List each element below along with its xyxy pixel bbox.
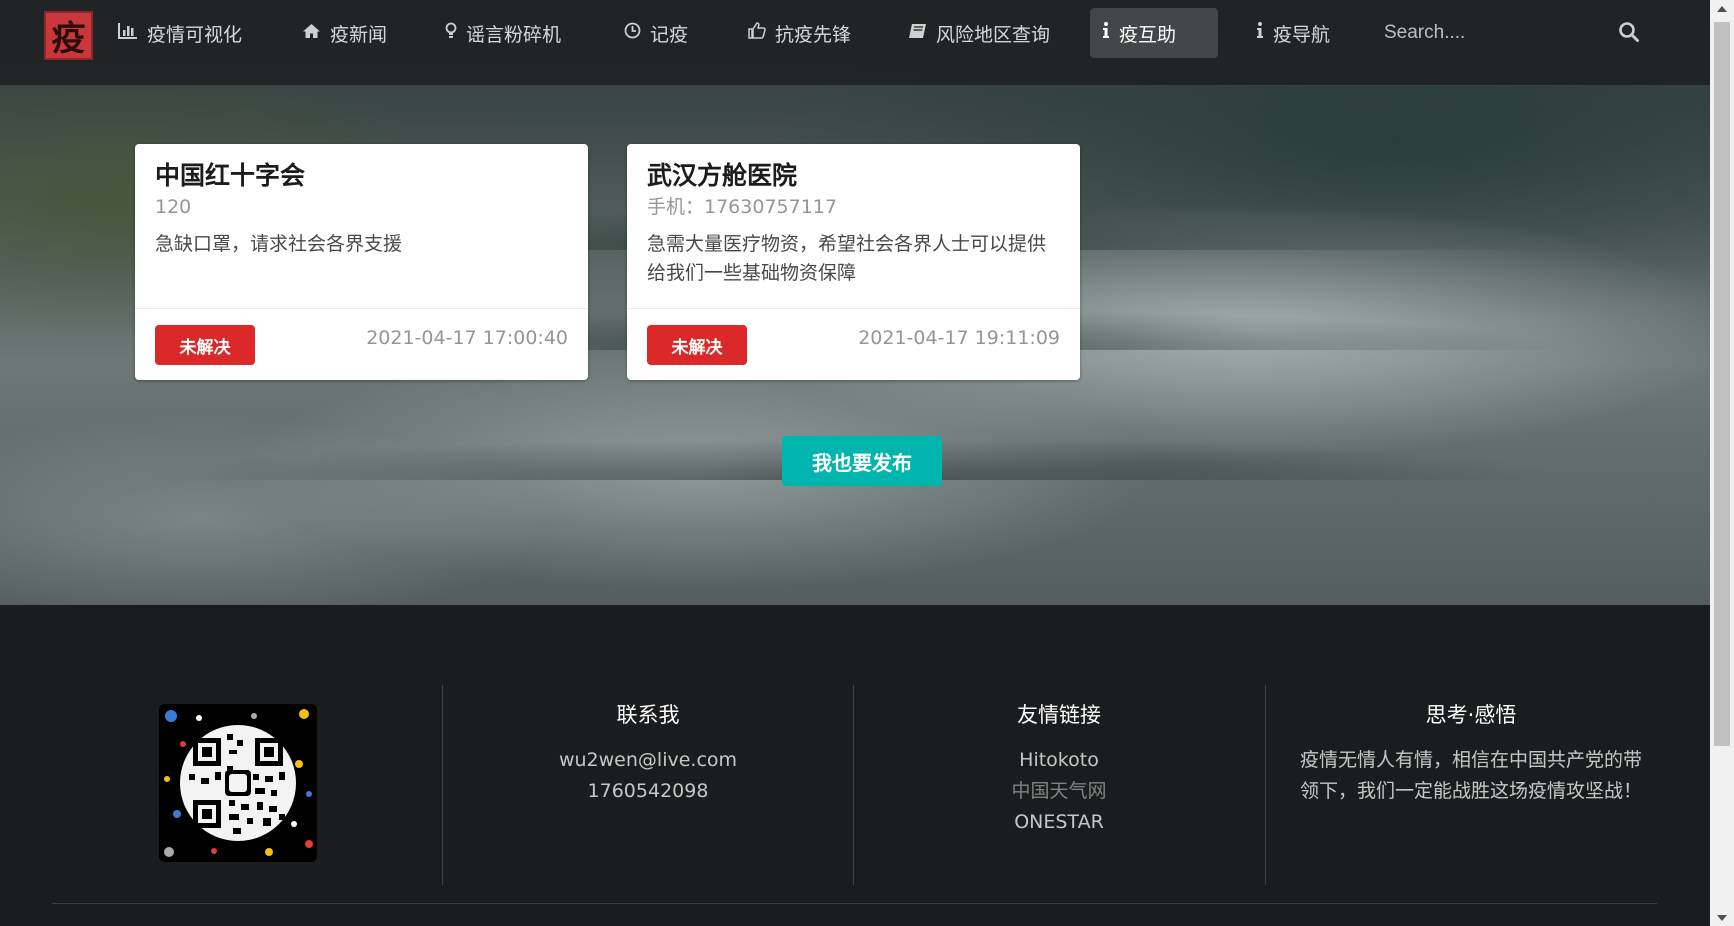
nav-item-pioneers[interactable]: 抗疫先锋 [736,8,863,58]
footer-thoughts-heading: 思考·感悟 [1425,703,1517,727]
card-footer: 未解决 2021-04-17 17:00:40 [135,308,588,381]
nav-item-label: 疫互助 [1119,23,1177,46]
footer-link-weather[interactable]: 中国天气网 [854,776,1264,807]
footer-link-hitokoto[interactable]: Hitokoto [854,745,1264,776]
status-unresolved-button[interactable]: 未解决 [647,325,747,365]
help-request-card: 武汉方舱医院 手机：17630757117 急需大量医疗物资，希望社会各界人士可… [627,144,1080,380]
footer-contact-heading: 联系我 [616,703,680,727]
card-title: 武汉方舱医院 [647,161,798,190]
qr-code-image [159,704,317,862]
card-contact: 手机：17630757117 [647,195,837,218]
card-content: 武汉方舱医院 手机：17630757117 急需大量医疗物资，希望社会各界人士可… [627,144,1080,308]
card-timestamp: 2021-04-17 17:00:40 [366,327,568,349]
top-navbar: 疫 疫情可视化 疫新闻 谣言粉碎机 记疫 抗疫先锋 风险地区查询 疫互助 疫导航… [0,0,1710,86]
footer-thoughts-section: 思考·感悟 疫情无情人有情，相信在中国共产党的带领下，我们一定能战胜这场疫情攻坚… [1266,699,1676,807]
card-description: 急需大量医疗物资，希望社会各界人士可以提供给我们一些基础物资保障 [647,233,1047,284]
site-logo[interactable]: 疫 [44,11,93,60]
status-unresolved-button[interactable]: 未解决 [155,325,255,365]
page-scrollbar[interactable] [1710,0,1734,926]
home-icon [302,23,321,44]
card-timestamp: 2021-04-17 19:11:09 [858,327,1060,349]
card-content: 中国红十字会 120 急缺口罩，请求社会各界支援 [135,144,588,308]
nav-item-news[interactable]: 疫新闻 [290,8,399,58]
card-description: 急缺口罩，请求社会各界支援 [155,233,403,256]
scrollbar-thumb[interactable] [1714,22,1730,746]
publish-button[interactable]: 我也要发布 [782,436,942,486]
info-icon [1256,22,1264,44]
lightbulb-icon [445,22,457,45]
nav-item-risk-areas[interactable]: 风险地区查询 [896,8,1062,58]
info-icon [1102,22,1110,44]
nav-item-mutual-aid[interactable]: 疫互助 [1090,8,1218,58]
nav-item-label: 谣言粉碎机 [466,23,562,46]
footer-bottom-divider [52,903,1657,904]
page-footer: 联系我 wu2wen@live.com 1760542098 友情链接 Hito… [0,605,1710,926]
card-footer: 未解决 2021-04-17 19:11:09 [627,308,1080,381]
scroll-down-arrow-icon[interactable] [1710,909,1734,926]
clock-icon [624,22,641,44]
footer-thoughts-text: 疫情无情人有情，相信在中国共产党的带领下，我们一定能战胜这场疫情攻坚战！ [1299,749,1642,802]
nav-item-rumor-crusher[interactable]: 谣言粉碎机 [433,8,573,58]
book-icon [908,23,927,44]
nav-item-navigation[interactable]: 疫导航 [1244,8,1342,58]
search-input[interactable] [1372,16,1587,50]
footer-contact-section: 联系我 wu2wen@live.com 1760542098 [443,699,853,807]
bar-chart-icon [118,22,138,44]
nav-item-record[interactable]: 记疫 [612,8,700,58]
footer-email: wu2wen@live.com [558,749,738,771]
scroll-up-arrow-icon[interactable] [1710,0,1734,17]
search-box [1372,8,1642,58]
footer-phone: 1760542098 [587,780,709,802]
nav-item-label: 疫新闻 [330,23,388,46]
nav-item-visualization[interactable]: 疫情可视化 [106,8,254,58]
card-title: 中国红十字会 [155,161,306,190]
footer-links-heading: 友情链接 [1017,703,1101,727]
footer-links-section: 友情链接 Hitokoto 中国天气网 ONESTAR [854,699,1264,838]
search-icon[interactable] [1618,21,1642,45]
card-contact: 120 [155,195,192,218]
thumbs-up-icon [748,22,766,44]
help-request-card: 中国红十字会 120 急缺口罩，请求社会各界支援 未解决 2021-04-17 … [135,144,588,380]
nav-item-label: 疫导航 [1273,23,1331,46]
nav-item-label: 记疫 [650,23,689,46]
nav-item-label: 疫情可视化 [147,23,243,46]
nav-item-label: 风险地区查询 [936,23,1051,46]
footer-link-onestar[interactable]: ONESTAR [854,807,1264,838]
nav-item-label: 抗疫先锋 [775,23,852,46]
